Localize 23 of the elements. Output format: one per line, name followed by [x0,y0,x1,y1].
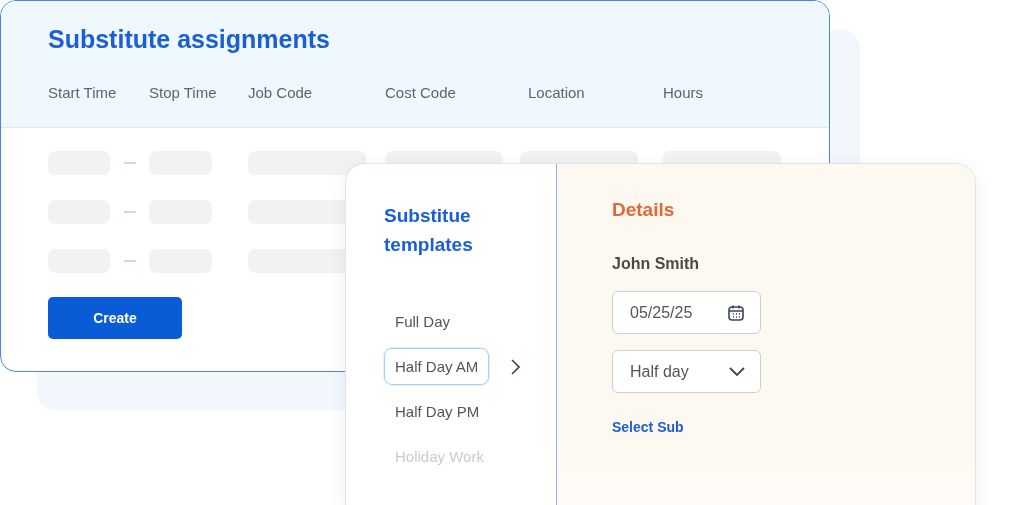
chevron-down-icon [729,367,745,376]
template-item[interactable]: Half Day AM [384,348,490,385]
dash-mark [124,162,136,164]
calendar-icon [727,303,745,322]
person-name: John Smith [612,255,701,273]
column-header: Stop Time [149,84,217,101]
panel-title: Details [612,199,676,221]
column-header: Location [528,84,585,101]
dash-mark [124,260,136,262]
template-item[interactable]: Half Day PM [384,393,491,430]
create-button[interactable]: Create [48,297,182,339]
panel-title: Substitue templates [384,204,474,257]
date-field[interactable]: 05/25/25 [612,291,761,334]
dropdown[interactable]: Half day [612,350,761,393]
chevron-right-icon [511,358,521,375]
template-item[interactable]: Full Day [384,303,461,340]
card-title: Substitute assignments [48,25,330,54]
dash-mark [124,211,136,213]
column-header: Job Code [248,84,313,101]
select-sub-link[interactable]: Select Sub [612,419,684,435]
column-header: Hours [663,84,703,101]
column-header: Cost Code [385,84,456,101]
column-header: Start Time [48,84,117,101]
